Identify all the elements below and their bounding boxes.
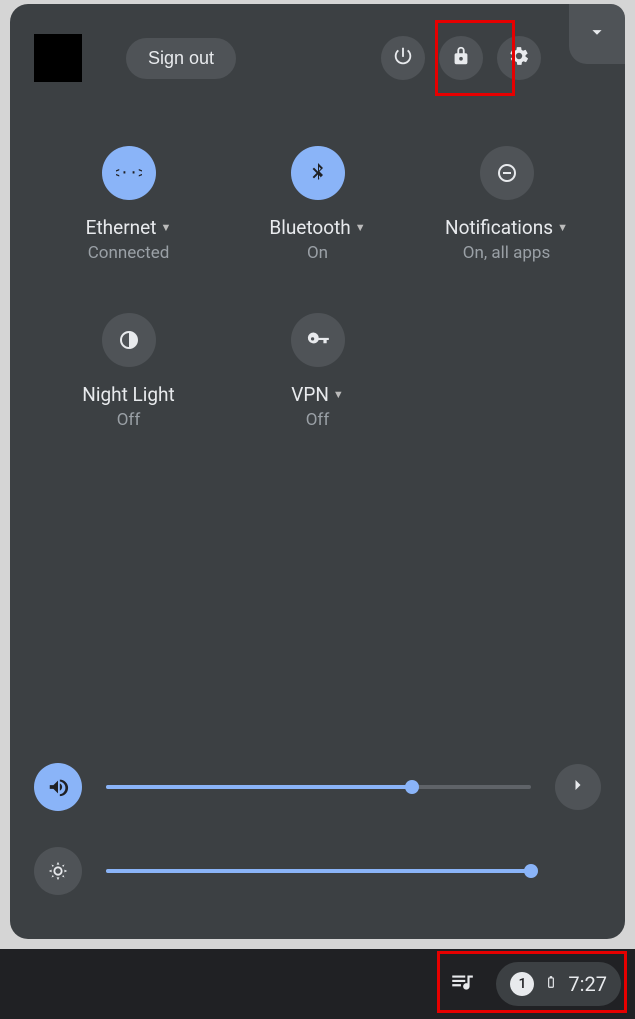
sign-out-button[interactable]: Sign out (126, 38, 236, 79)
notifications-label: Notifications▼ (445, 216, 568, 239)
gear-icon (508, 45, 530, 71)
power-button[interactable] (381, 36, 425, 80)
chevron-right-icon (568, 775, 588, 799)
network-tile[interactable]: <··> Ethernet▼ Connected (34, 146, 223, 263)
user-avatar[interactable] (34, 34, 82, 82)
network-status: Connected (88, 243, 170, 263)
power-icon (392, 45, 414, 71)
night-light-icon (102, 313, 156, 367)
battery-icon (544, 971, 558, 998)
vpn-tile[interactable]: VPN▼ Off (223, 313, 412, 430)
network-label: Ethernet▼ (86, 216, 172, 239)
clock-time: 7:27 (568, 972, 607, 996)
media-controls-button[interactable] (444, 966, 480, 1002)
sliders-section (34, 763, 601, 895)
ethernet-icon: <··> (102, 146, 156, 200)
lock-icon (450, 45, 472, 71)
header-row: Sign out (34, 28, 601, 88)
volume-slider[interactable] (106, 785, 531, 789)
vpn-key-icon (291, 313, 345, 367)
lock-button[interactable] (439, 36, 483, 80)
audio-settings-button[interactable] (555, 764, 601, 810)
volume-icon[interactable] (34, 763, 82, 811)
nightlight-status: Off (117, 410, 141, 430)
bluetooth-icon (291, 146, 345, 200)
collapse-button[interactable] (569, 4, 625, 64)
chevron-down-icon (586, 21, 608, 47)
tiles-grid: <··> Ethernet▼ Connected Bluetooth▼ On N… (34, 146, 601, 430)
nightlight-label: Night Light (82, 383, 174, 406)
bluetooth-label: Bluetooth▼ (269, 216, 365, 239)
svg-text:<··>: <··> (116, 163, 142, 181)
do-not-disturb-icon (480, 146, 534, 200)
status-area[interactable]: 1 7:27 (496, 962, 621, 1006)
settings-button[interactable] (497, 36, 541, 80)
notification-count-badge: 1 (510, 972, 534, 996)
notifications-tile[interactable]: Notifications▼ On, all apps (412, 146, 601, 263)
brightness-row (34, 847, 601, 895)
brightness-icon[interactable] (34, 847, 82, 895)
nightlight-tile[interactable]: Night Light Off (34, 313, 223, 430)
shelf: 1 7:27 (0, 949, 635, 1019)
notifications-status: On, all apps (463, 243, 551, 263)
bluetooth-tile[interactable]: Bluetooth▼ On (223, 146, 412, 263)
bluetooth-status: On (307, 243, 328, 263)
vpn-status: Off (306, 410, 330, 430)
music-queue-icon (449, 969, 475, 999)
vpn-label: VPN▼ (291, 383, 344, 406)
quick-settings-panel: Sign out <··> Ether (10, 4, 625, 939)
volume-row (34, 763, 601, 811)
brightness-slider[interactable] (106, 869, 531, 873)
